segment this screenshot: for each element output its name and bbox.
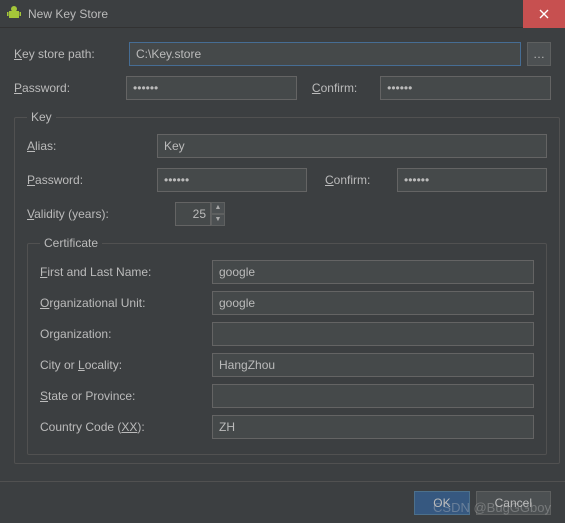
close-icon [539, 9, 549, 19]
browse-button[interactable]: … [527, 42, 551, 66]
org-unit-label: Organizational Unit: [40, 296, 212, 310]
android-icon [6, 6, 22, 22]
spinner-up-icon[interactable]: ▲ [211, 202, 225, 214]
spinner-down-icon[interactable]: ▼ [211, 214, 225, 226]
key-password-input[interactable] [157, 168, 307, 192]
keystore-path-label: Key store path: [14, 47, 129, 61]
alias-label: Alias: [27, 139, 157, 153]
certificate-legend: Certificate [40, 236, 102, 250]
key-confirm-input[interactable] [397, 168, 547, 192]
organization-label: Organization: [40, 327, 212, 341]
organization-input[interactable] [212, 322, 534, 346]
validity-spinner[interactable]: ▲ ▼ [175, 202, 225, 226]
org-unit-input[interactable] [212, 291, 534, 315]
first-name-label: First and Last Name: [40, 265, 212, 279]
confirm-password-input[interactable] [380, 76, 551, 100]
alias-input[interactable] [157, 134, 547, 158]
validity-label: Validity (years): [27, 207, 175, 221]
ellipsis-icon: … [533, 47, 545, 61]
state-input[interactable] [212, 384, 534, 408]
password-label: Password: [14, 81, 126, 95]
window-title: New Key Store [28, 7, 523, 21]
key-legend: Key [27, 110, 56, 124]
footer: OK Cancel [0, 481, 565, 523]
country-input[interactable] [212, 415, 534, 439]
key-confirm-label: Confirm: [325, 173, 397, 187]
close-button[interactable] [523, 0, 565, 28]
keystore-path-input[interactable] [129, 42, 521, 66]
city-input[interactable] [212, 353, 534, 377]
cancel-button[interactable]: Cancel [476, 491, 551, 515]
country-label: Country Code (XX): [40, 420, 212, 434]
confirm-password-label: Confirm: [312, 81, 380, 95]
city-label: City or Locality: [40, 358, 212, 372]
validity-input[interactable] [175, 202, 211, 226]
key-group: Key Alias: Password: Confirm: Validity (… [14, 110, 560, 464]
password-input[interactable] [126, 76, 297, 100]
ok-button[interactable]: OK [414, 491, 469, 515]
title-bar: New Key Store [0, 0, 565, 28]
certificate-group: Certificate First and Last Name: Organiz… [27, 236, 547, 455]
state-label: State or Province: [40, 389, 212, 403]
first-name-input[interactable] [212, 260, 534, 284]
key-password-label: Password: [27, 173, 157, 187]
